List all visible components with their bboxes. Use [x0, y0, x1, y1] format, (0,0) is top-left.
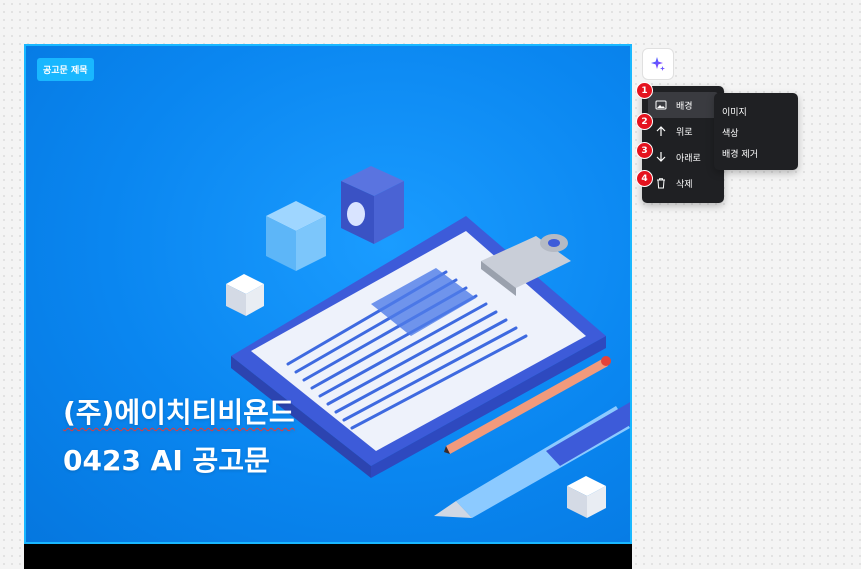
submenu-item-color[interactable]: 색상 [714, 122, 798, 143]
cube-light-blue [266, 201, 326, 271]
menu-item-move-down[interactable]: 아래로 [648, 144, 718, 170]
sparkle-icon [651, 57, 665, 71]
trash-icon [654, 176, 668, 190]
headline-text[interactable]: (주)에이치티비욘드 0423 AI 공고문 [63, 389, 295, 485]
step-badge-2: 2 [636, 113, 653, 130]
arrow-down-icon [654, 150, 668, 164]
background-submenu: 이미지 색상 배경 제거 [714, 93, 798, 170]
title-tag[interactable]: 공고문 제목 [37, 58, 94, 81]
menu-item-label: 배경 [676, 101, 693, 112]
menu-item-label: 아래로 [676, 153, 701, 164]
menu-item-background[interactable]: 배경 [648, 92, 718, 118]
ai-magic-button[interactable] [642, 48, 674, 80]
submenu-item-remove-background[interactable]: 배경 제거 [714, 143, 798, 164]
poster-canvas[interactable]: 공고문 제목 (주)에이치티비욘드 0423 AI 공고문 [24, 44, 632, 544]
headline-line-company: (주)에이치티비욘드 [63, 396, 295, 429]
cube-white-right [567, 476, 606, 518]
cube-dark-blue [341, 166, 404, 244]
arrow-up-icon [654, 124, 668, 138]
cube-white-left [226, 274, 264, 316]
headline-line-title: 0423 AI 공고문 [63, 444, 270, 477]
step-badge-4: 4 [636, 170, 653, 187]
image-icon [654, 98, 668, 112]
menu-item-move-up[interactable]: 위로 [648, 118, 718, 144]
canvas-frame: 공고문 제목 (주)에이치티비욘드 0423 AI 공고문 [24, 44, 632, 569]
menu-item-label: 삭제 [676, 179, 693, 190]
context-menu: 배경 위로 아래로 삭제 [642, 86, 724, 203]
step-badge-3: 3 [636, 142, 653, 159]
menu-item-delete[interactable]: 삭제 [648, 170, 718, 196]
menu-item-label: 위로 [676, 127, 693, 138]
step-badge-1: 1 [636, 82, 653, 99]
submenu-item-image[interactable]: 이미지 [714, 101, 798, 122]
